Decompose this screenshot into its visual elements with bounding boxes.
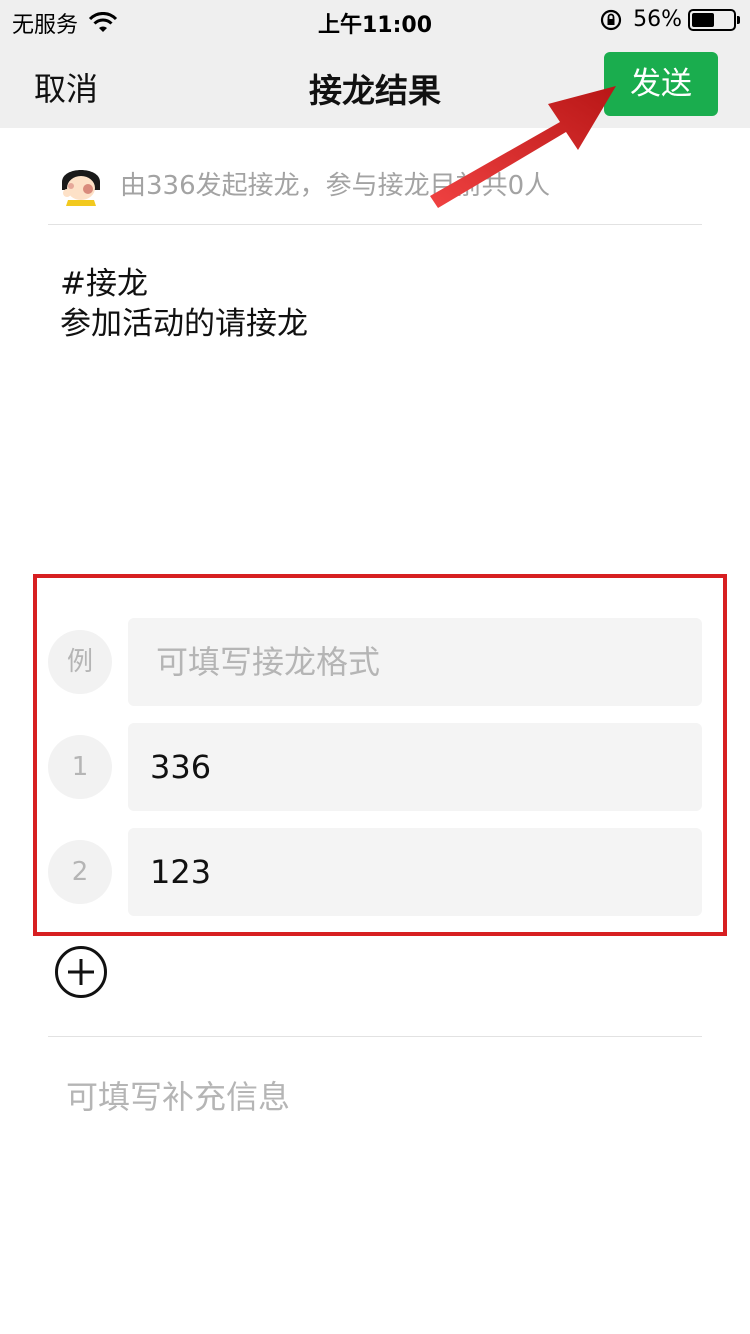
topic-description: 参加活动的请接龙 <box>60 306 308 342</box>
battery-fill <box>692 12 715 27</box>
cancel-button[interactable]: 取消 <box>34 64 98 110</box>
status-right: 56% <box>599 7 740 32</box>
divider <box>48 1036 702 1037</box>
topic-content[interactable]: #接龙 参加活动的请接龙 <box>60 264 308 344</box>
initiator-row: 由336发起接龙，参与接龙目前共0人 <box>58 160 550 206</box>
battery-icon <box>688 8 740 31</box>
initiator-text: 由336发起接龙，参与接龙目前共0人 <box>120 170 551 201</box>
add-entry-button[interactable] <box>54 945 108 999</box>
orientation-lock-icon <box>600 9 622 30</box>
highlight-box <box>33 574 727 936</box>
status-bar: 无服务 上午11:00 56% <box>0 0 750 40</box>
supplement-input[interactable]: 可填写补充信息 <box>66 1072 290 1118</box>
avatar <box>58 160 104 206</box>
topic-hashtag: #接龙 <box>60 266 148 302</box>
send-button[interactable]: 发送 <box>604 52 718 116</box>
screen: 无服务 上午11:00 56% 取消 接龙结果 发送 由336发起接龙，参与接龙… <box>0 0 750 1334</box>
divider <box>48 224 702 225</box>
battery-percent: 56% <box>633 7 682 32</box>
nav-bar: 取消 接龙结果 发送 <box>0 40 750 128</box>
